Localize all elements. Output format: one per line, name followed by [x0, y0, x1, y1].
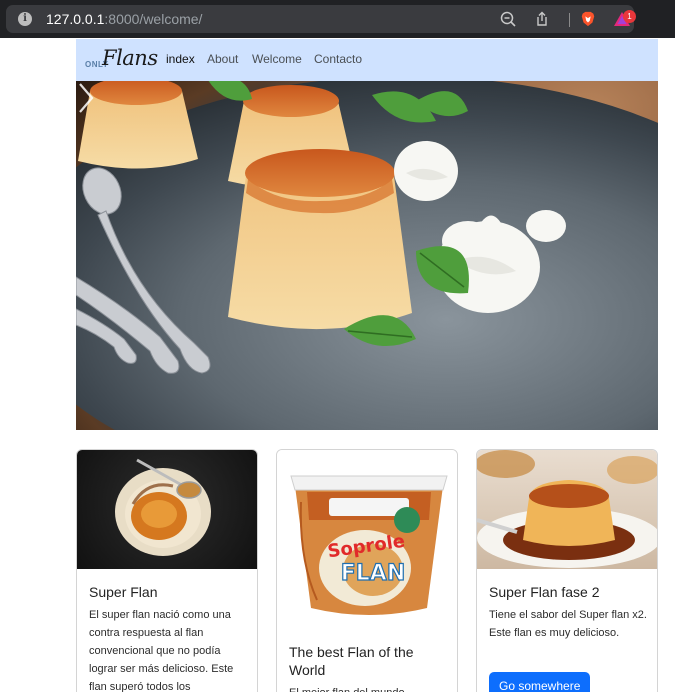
- nav-link-welcome[interactable]: Welcome: [252, 52, 302, 66]
- url-path: :8000/welcome/: [104, 11, 203, 27]
- brand-logo[interactable]: ONLY Flans: [85, 46, 161, 73]
- share-icon[interactable]: [534, 11, 550, 27]
- card-text: El mejor flan del mundo: [289, 684, 451, 692]
- nav-link-about[interactable]: About: [207, 52, 238, 66]
- brave-lion-icon[interactable]: [580, 11, 596, 27]
- card-image: [77, 450, 257, 569]
- url-text[interactable]: 127.0.0.1:8000/welcome/: [46, 11, 202, 27]
- hero-carousel: [76, 81, 658, 430]
- card-title: Super Flan fase 2: [489, 584, 600, 600]
- zoom-out-icon[interactable]: [500, 11, 516, 27]
- flan-plate-image: [76, 81, 658, 430]
- card-super-flan-2: Super Flan fase 2 Tiene el sabor del Sup…: [476, 449, 658, 692]
- product-name-text: FLAN: [341, 561, 406, 586]
- card-title: The best Flan of the World: [289, 644, 414, 678]
- menu-icon[interactable]: [640, 10, 675, 28]
- address-bar[interactable]: i 127.0.0.1:8000/welcome/ 1: [6, 5, 636, 33]
- card-best-flan: Soprole FLAN The best Flan of the World …: [276, 449, 458, 692]
- nav-link-contacto[interactable]: Contacto: [314, 52, 362, 66]
- browser-toolbar: i 127.0.0.1:8000/welcome/ 1: [0, 0, 675, 38]
- brand-script-text: Flans: [102, 46, 158, 70]
- url-host: 127.0.0.1: [46, 11, 105, 27]
- site-navbar: ONLY Flans index About Welcome Contacto: [76, 39, 658, 81]
- chevron-right-icon[interactable]: [76, 81, 96, 115]
- card-text: El super flan nació como una contra resp…: [89, 609, 234, 692]
- nav-link-index[interactable]: index: [166, 52, 195, 66]
- rewards-badge: 1: [623, 10, 636, 23]
- toolbar-divider: [569, 13, 570, 27]
- go-somewhere-button[interactable]: Go somewhere: [489, 672, 591, 692]
- card-image: Soprole FLAN: [277, 450, 457, 630]
- card-super-flan: Super Flan El super flan nació como una …: [76, 449, 258, 692]
- info-icon[interactable]: i: [18, 12, 32, 26]
- card-title: Super Flan: [89, 584, 158, 600]
- card-text: Tiene el sabor del Super flan x2. Este f…: [489, 609, 647, 639]
- card-image: [477, 450, 657, 569]
